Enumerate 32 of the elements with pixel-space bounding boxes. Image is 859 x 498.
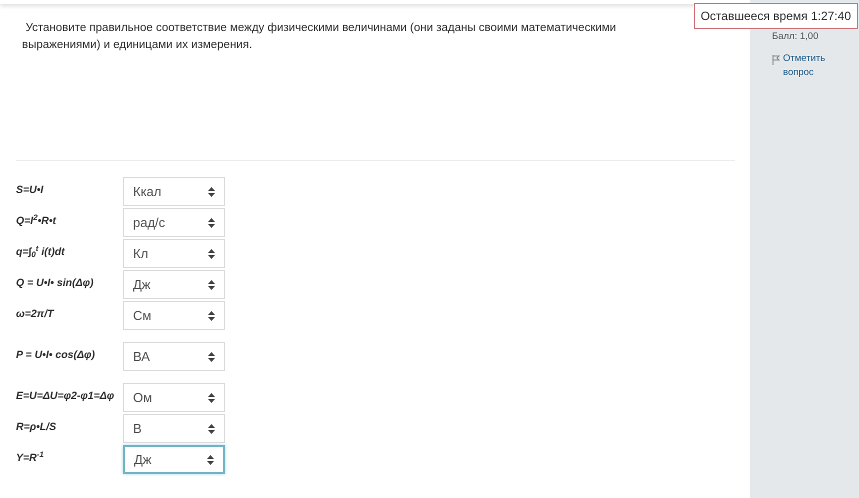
- unit-select[interactable]: Ом: [123, 383, 225, 412]
- unit-select[interactable]: ВА: [123, 342, 225, 371]
- flag-question-link[interactable]: Отметить вопрос: [783, 52, 843, 80]
- sort-caret-icon: [208, 352, 215, 362]
- formula-text: q=∫$_{0}$$^{t}$ i(t)dt: [16, 243, 66, 261]
- sort-caret-icon: [208, 310, 215, 320]
- unit-select[interactable]: Дж: [123, 270, 225, 299]
- flag-icon: [772, 55, 780, 66]
- sort-caret-icon: [207, 454, 214, 464]
- sort-caret-icon: [208, 218, 215, 228]
- unit-select[interactable]: Дж: [123, 445, 225, 474]
- question-text: Установите правильное соответствие между физическими величинами (они заданы своими математическими выражениями) и единицами их измерения.: [21, 21, 618, 53]
- sort-caret-icon: [208, 392, 215, 402]
- formula-text: Y=R$^{-1}$: [16, 449, 45, 466]
- sort-caret-icon: [208, 424, 215, 434]
- score-text: Балл: 1,00: [772, 30, 820, 44]
- formula-text: E=U=ΔU=φ2-φ1=Δφ: [16, 389, 116, 404]
- formula-text: P = U•I• cos(Δφ): [16, 348, 96, 363]
- formula-text: ω=2π/T: [16, 307, 56, 322]
- sort-caret-icon: [208, 186, 215, 196]
- formula-text: S=U•I: [16, 183, 44, 198]
- sort-caret-icon: [208, 280, 215, 290]
- formula-text: R=ρ•L/S: [16, 420, 58, 435]
- formula-text: Q = U•I• sin(Δφ): [16, 276, 95, 291]
- unit-select[interactable]: Ккал: [123, 177, 225, 206]
- unit-select[interactable]: См: [123, 301, 225, 330]
- formula-text: Q=I$^{2}$•R•t: [16, 212, 58, 229]
- unit-select[interactable]: В: [123, 414, 225, 443]
- sort-caret-icon: [208, 248, 215, 258]
- unit-select[interactable]: рад/с: [123, 208, 225, 237]
- timer-badge: Оставшееся время 1:27:40: [694, 3, 858, 29]
- unit-select[interactable]: Кл: [123, 239, 225, 268]
